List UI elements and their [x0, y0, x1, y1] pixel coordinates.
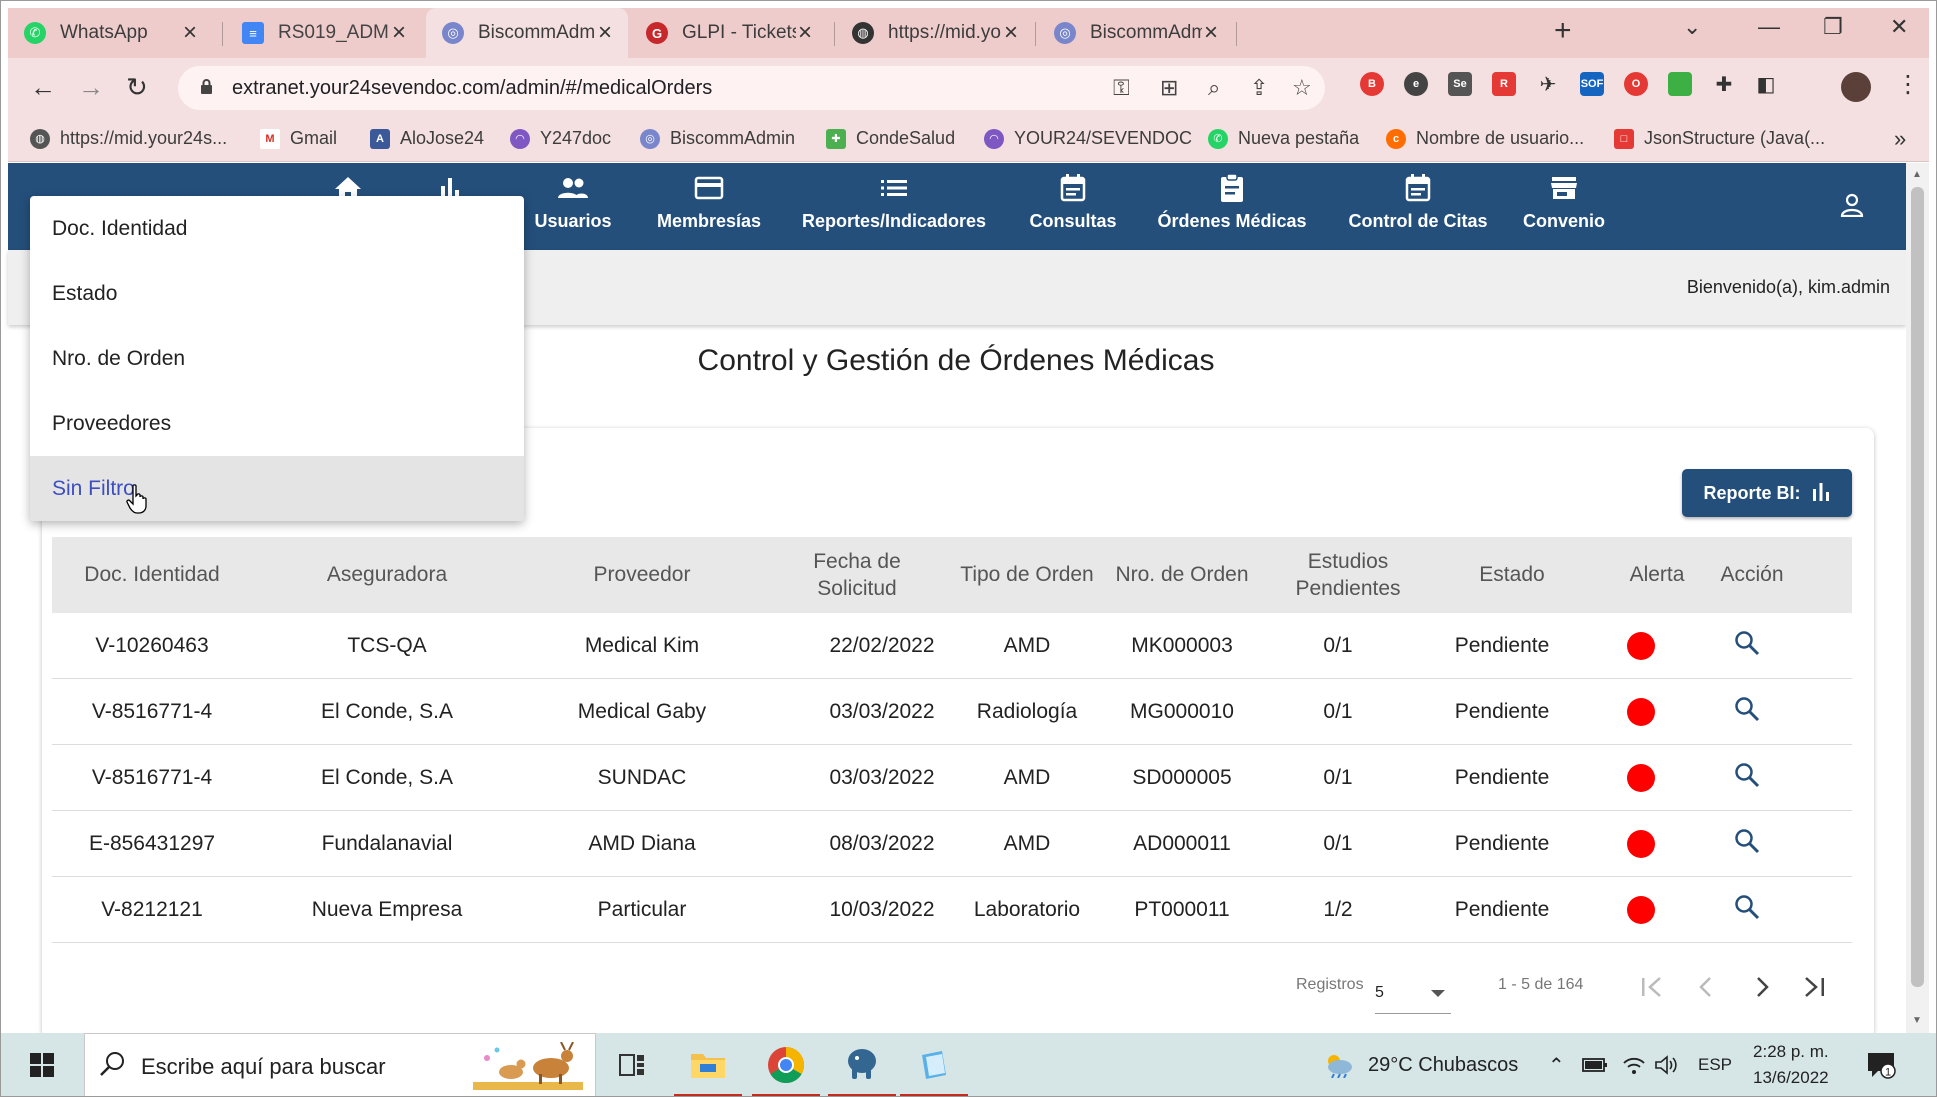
window-border: [0, 0, 1937, 1097]
